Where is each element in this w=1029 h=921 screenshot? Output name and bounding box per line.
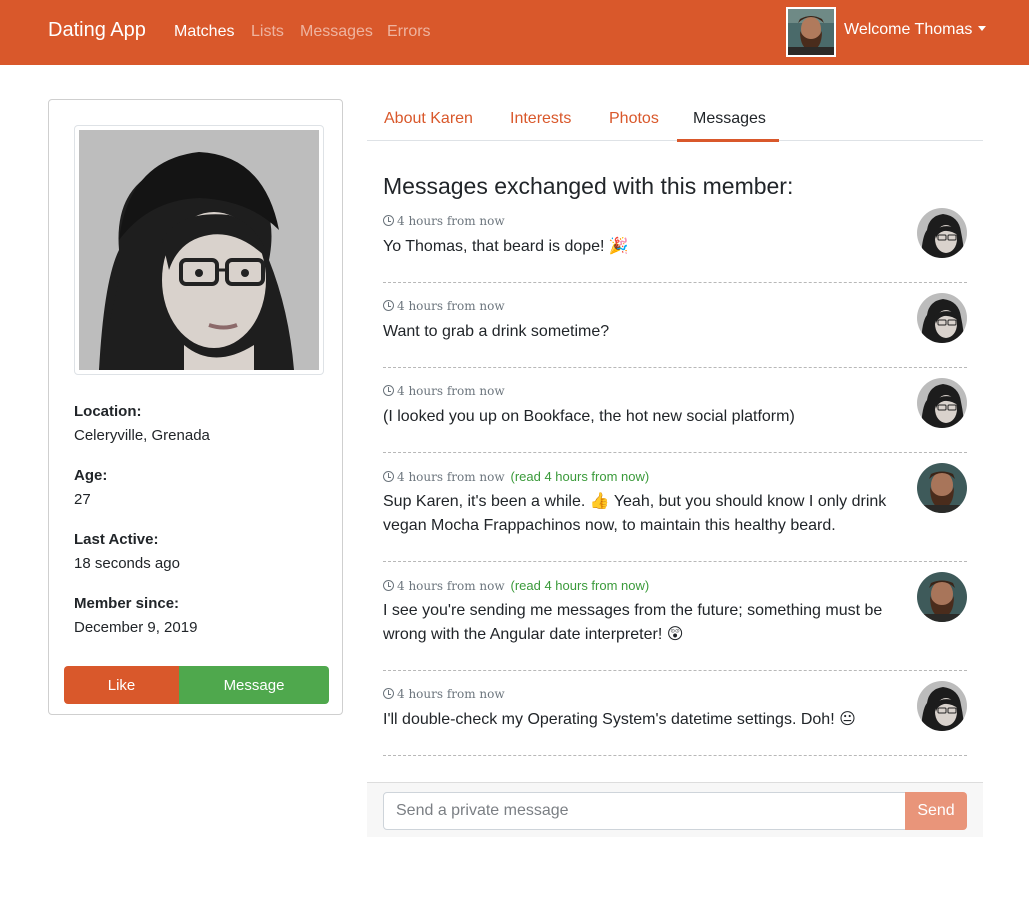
message-item: 4 hours from now (read 4 hours from now)…: [383, 463, 967, 562]
user-avatar[interactable]: [786, 7, 836, 57]
sender-avatar: [917, 681, 967, 731]
message-text: Sup Karen, it's been a while. 👍 Yeah, bu…: [383, 493, 887, 534]
tabs-divider: [367, 140, 983, 141]
message-input[interactable]: [383, 792, 906, 830]
thomas-avatar-icon: [917, 463, 967, 513]
member-since-value: December 9, 2019: [74, 619, 198, 636]
clock-icon: [383, 471, 394, 482]
nav-link-messages[interactable]: Messages: [300, 23, 373, 41]
message-text: Yo Thomas, that beard is dope! 🎉: [383, 238, 629, 255]
welcome-label: Welcome Thomas: [844, 21, 973, 38]
karen-avatar-icon: [917, 208, 967, 258]
message-composer: Send: [367, 782, 983, 837]
message-time: 4 hours from now: [383, 384, 505, 398]
clock-icon: [383, 688, 394, 699]
read-status: (read 4 hours from now): [510, 578, 650, 593]
time-text: 4 hours from now: [397, 299, 505, 313]
send-button[interactable]: Send: [905, 792, 967, 830]
time-text: 4 hours from now: [397, 687, 505, 701]
clock-icon: [383, 580, 394, 591]
tab-interests[interactable]: Interests: [510, 110, 571, 128]
time-text: 4 hours from now: [397, 214, 505, 228]
member-since-label: Member since:: [74, 595, 180, 612]
thomas-avatar-icon: [917, 572, 967, 622]
profile-photo: [74, 125, 324, 375]
brand-link[interactable]: Dating App: [48, 19, 146, 42]
message-item: 4 hours from now (read 4 hours from now)…: [383, 572, 967, 671]
clock-icon: [383, 385, 394, 396]
message-item: 4 hours from now I'll double-check my Op…: [383, 681, 967, 756]
sender-avatar: [917, 293, 967, 343]
age-value: 27: [74, 491, 91, 508]
age-label: Age:: [74, 467, 108, 484]
sender-avatar: [917, 378, 967, 428]
location-label: Location:: [74, 403, 142, 420]
karen-avatar-icon: [917, 378, 967, 428]
sender-avatar: [917, 572, 967, 622]
message-text: (I looked you up on Bookface, the hot ne…: [383, 408, 795, 425]
sender-avatar: [917, 463, 967, 513]
last-active-label: Last Active:: [74, 531, 159, 548]
clock-icon: [383, 300, 394, 311]
tab-messages[interactable]: Messages: [693, 110, 766, 128]
karen-avatar-icon: [917, 681, 967, 731]
message-time: 4 hours from now (read 4 hours from now): [383, 578, 649, 593]
time-text: 4 hours from now: [397, 470, 505, 484]
karen-avatar-icon: [917, 293, 967, 343]
message-text: I'll double-check my Operating System's …: [383, 711, 856, 728]
profile-card: Location: Celeryville, Grenada Age: 27 L…: [48, 99, 343, 715]
location-value: Celeryville, Grenada: [74, 427, 210, 444]
message-item: 4 hours from now Want to grab a drink so…: [383, 293, 967, 368]
messages-title: Messages exchanged with this member:: [383, 173, 794, 199]
caret-down-icon: [978, 26, 987, 31]
time-text: 4 hours from now: [397, 384, 505, 398]
welcome-dropdown[interactable]: Welcome Thomas: [844, 21, 987, 39]
time-text: 4 hours from now: [397, 579, 505, 593]
member-photo-icon: [79, 130, 319, 370]
tab-photos[interactable]: Photos: [609, 110, 659, 128]
message-item: 4 hours from now (I looked you up on Boo…: [383, 378, 967, 453]
read-status: (read 4 hours from now): [510, 469, 650, 484]
last-active-value: 18 seconds ago: [74, 555, 180, 572]
active-tab-indicator: [677, 139, 779, 142]
navbar: Dating App Matches Lists Messages Errors…: [0, 0, 1029, 65]
message-item: 4 hours from now Yo Thomas, that beard i…: [383, 208, 967, 283]
message-time: 4 hours from now: [383, 299, 505, 313]
tab-about[interactable]: About Karen: [384, 110, 473, 128]
sender-avatar: [917, 208, 967, 258]
message-text: I see you're sending me messages from th…: [383, 602, 883, 643]
message-time: 4 hours from now: [383, 687, 505, 701]
clock-icon: [383, 215, 394, 226]
message-text: Want to grab a drink sometime?: [383, 323, 610, 340]
message-button[interactable]: Message: [179, 666, 329, 704]
message-time: 4 hours from now: [383, 214, 505, 228]
like-button[interactable]: Like: [64, 666, 179, 704]
user-avatar-icon: [788, 9, 834, 55]
nav-link-errors[interactable]: Errors: [387, 23, 431, 41]
nav-link-lists[interactable]: Lists: [251, 23, 284, 41]
message-time: 4 hours from now (read 4 hours from now): [383, 469, 649, 484]
nav-link-matches[interactable]: Matches: [174, 23, 234, 41]
